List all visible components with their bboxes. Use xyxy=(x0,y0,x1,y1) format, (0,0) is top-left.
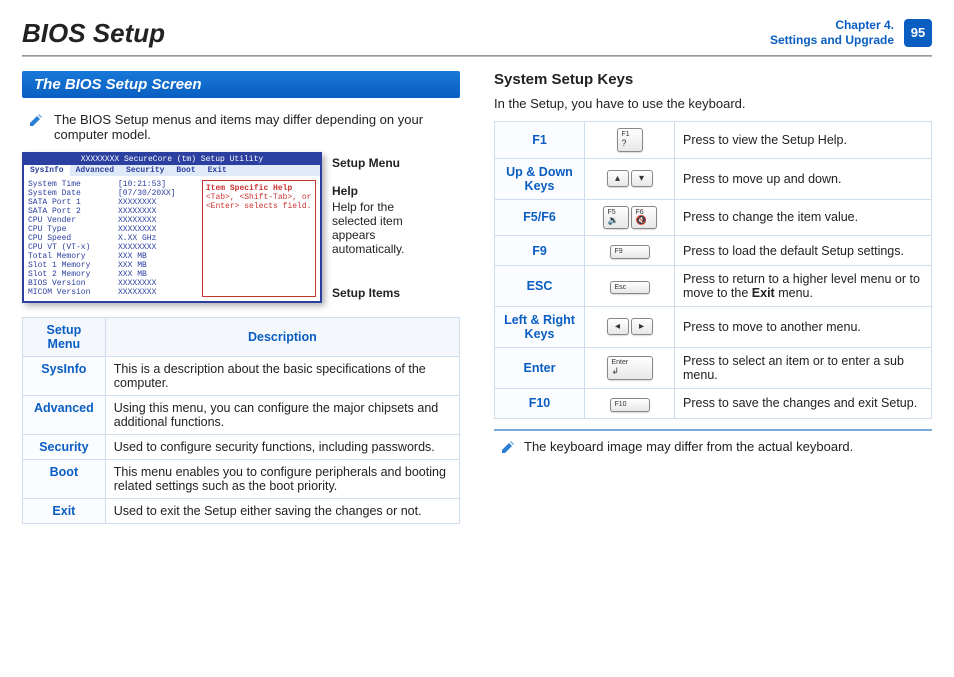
bios-info-row: CPU TypeXXXXXXXX xyxy=(28,225,198,234)
key-name: F10 xyxy=(495,388,585,418)
key-name: F1 xyxy=(495,122,585,159)
bios-info-row: MICOM VersionXXXXXXXX xyxy=(28,288,198,297)
bios-util-title: XXXXXXXX SecureCore (tm) Setup Utility xyxy=(24,154,320,165)
table-row: Left & Right Keys◂▸Press to move to anot… xyxy=(495,306,932,347)
keycap-icon: F5🔉F6🔇 xyxy=(585,199,675,236)
bios-tab: Security xyxy=(120,165,170,176)
table-row: BootThis menu enables you to configure p… xyxy=(23,460,460,499)
bios-info-row: CPU VenderXXXXXXXX xyxy=(28,216,198,225)
menu-desc: Using this menu, you can configure the m… xyxy=(105,396,459,435)
key-name: F9 xyxy=(495,236,585,266)
chapter-line1: Chapter 4. xyxy=(770,18,894,33)
key-name: F5/F6 xyxy=(495,199,585,236)
pencil-icon xyxy=(28,112,46,142)
table-row: AdvancedUsing this menu, you can configu… xyxy=(23,396,460,435)
key-desc: Press to return to a higher level menu o… xyxy=(675,265,932,306)
key-desc: Press to move to another menu. xyxy=(675,306,932,347)
key-desc: Press to view the Setup Help. xyxy=(675,122,932,159)
key-desc: Press to save the changes and exit Setup… xyxy=(675,388,932,418)
table-row: ExitUsed to exit the Setup either saving… xyxy=(23,499,460,524)
menu-name: Boot xyxy=(23,460,106,499)
bios-help-title: Item Specific Help xyxy=(206,184,312,193)
bios-info-row: BIOS VersionXXXXXXXX xyxy=(28,279,198,288)
bios-tab: Advanced xyxy=(70,165,120,176)
keys-table: F1F1?Press to view the Setup Help.Up & D… xyxy=(494,121,932,419)
table-row: SysInfoThis is a description about the b… xyxy=(23,357,460,396)
bios-tab: Boot xyxy=(170,165,201,176)
bios-tab: Exit xyxy=(202,165,233,176)
table-row: F1F1?Press to view the Setup Help. xyxy=(495,122,932,159)
keycap-icon: ◂▸ xyxy=(585,306,675,347)
key-name: Up & Down Keys xyxy=(495,158,585,199)
menu-header-menu: Setup Menu xyxy=(23,318,106,357)
callout-setup-items: Setup Items xyxy=(332,286,442,300)
menu-name: Exit xyxy=(23,499,106,524)
keycap-icon: Esc xyxy=(585,265,675,306)
bios-info-row: System Time[10:21:53] xyxy=(28,180,198,189)
bios-tab: SysInfo xyxy=(24,165,70,176)
keyboard-note: The keyboard image may differ from the a… xyxy=(494,429,932,466)
note-text: The BIOS Setup menus and items may diffe… xyxy=(54,112,454,142)
section-title-bios-screen: The BIOS Setup Screen xyxy=(22,71,460,98)
key-name: Enter xyxy=(495,347,585,388)
bios-help-body: <Tab>, <Shift-Tab>, or <Enter> selects f… xyxy=(206,193,312,211)
table-row: EnterEnter↲Press to select an item or to… xyxy=(495,347,932,388)
callout-help-label: Help xyxy=(332,184,442,198)
key-desc: Press to load the default Setup settings… xyxy=(675,236,932,266)
keycap-icon: F10 xyxy=(585,388,675,418)
bios-info-row: CPU VT (VT-x)XXXXXXXX xyxy=(28,243,198,252)
table-row: F10F10Press to save the changes and exit… xyxy=(495,388,932,418)
keycap-icon: Enter↲ xyxy=(585,347,675,388)
bios-info-row: Slot 2 MemoryXXX MB xyxy=(28,270,198,279)
table-row: F5/F6F5🔉F6🔇Press to change the item valu… xyxy=(495,199,932,236)
bios-info-row: SATA Port 1XXXXXXXX xyxy=(28,198,198,207)
bios-screenshot: XXXXXXXX SecureCore (tm) Setup Utility S… xyxy=(22,152,322,303)
table-row: ESCEscPress to return to a higher level … xyxy=(495,265,932,306)
menu-desc: Used to exit the Setup either saving the… xyxy=(105,499,459,524)
keycap-icon: ▴▾ xyxy=(585,158,675,199)
setup-menu-table: Setup Menu Description SysInfoThis is a … xyxy=(22,317,460,524)
bios-callouts: Setup Menu Help Help for the selected it… xyxy=(332,152,442,303)
chapter-line2: Settings and Upgrade xyxy=(770,33,894,48)
menu-desc: Used to configure security functions, in… xyxy=(105,435,459,460)
keycap-icon: F1? xyxy=(585,122,675,159)
bios-info-row: SATA Port 2XXXXXXXX xyxy=(28,207,198,216)
heading-system-setup-keys: System Setup Keys xyxy=(494,71,932,88)
keycap-icon: F9 xyxy=(585,236,675,266)
pencil-icon xyxy=(500,439,516,458)
menu-header-desc: Description xyxy=(105,318,459,357)
chapter-info: Chapter 4. Settings and Upgrade 95 xyxy=(770,18,932,48)
key-desc: Press to move up and down. xyxy=(675,158,932,199)
callout-setup-menu: Setup Menu xyxy=(332,156,442,170)
table-row: Up & Down Keys▴▾Press to move up and dow… xyxy=(495,158,932,199)
key-desc: Press to select an item or to enter a su… xyxy=(675,347,932,388)
callout-help-text: Help for the selected item appears autom… xyxy=(332,200,442,256)
menu-desc: This menu enables you to configure perip… xyxy=(105,460,459,499)
header-divider xyxy=(22,55,932,57)
menu-desc: This is a description about the basic sp… xyxy=(105,357,459,396)
note-model-differs: The BIOS Setup menus and items may diffe… xyxy=(22,108,460,152)
bios-info-row: System Date[07/30/20XX] xyxy=(28,189,198,198)
bios-info-row: Total MemoryXXX MB xyxy=(28,252,198,261)
intro-text: In the Setup, you have to use the keyboa… xyxy=(494,96,932,111)
bios-info-row: Slot 1 MemoryXXX MB xyxy=(28,261,198,270)
menu-name: Security xyxy=(23,435,106,460)
table-row: SecurityUsed to configure security funct… xyxy=(23,435,460,460)
keyboard-note-text: The keyboard image may differ from the a… xyxy=(524,439,853,458)
key-name: Left & Right Keys xyxy=(495,306,585,347)
key-name: ESC xyxy=(495,265,585,306)
bios-info-row: CPU SpeedX.XX GHz xyxy=(28,234,198,243)
menu-name: SysInfo xyxy=(23,357,106,396)
table-row: F9F9Press to load the default Setup sett… xyxy=(495,236,932,266)
menu-name: Advanced xyxy=(23,396,106,435)
page-number-badge: 95 xyxy=(904,19,932,47)
key-desc: Press to change the item value. xyxy=(675,199,932,236)
page-title: BIOS Setup xyxy=(22,18,165,49)
